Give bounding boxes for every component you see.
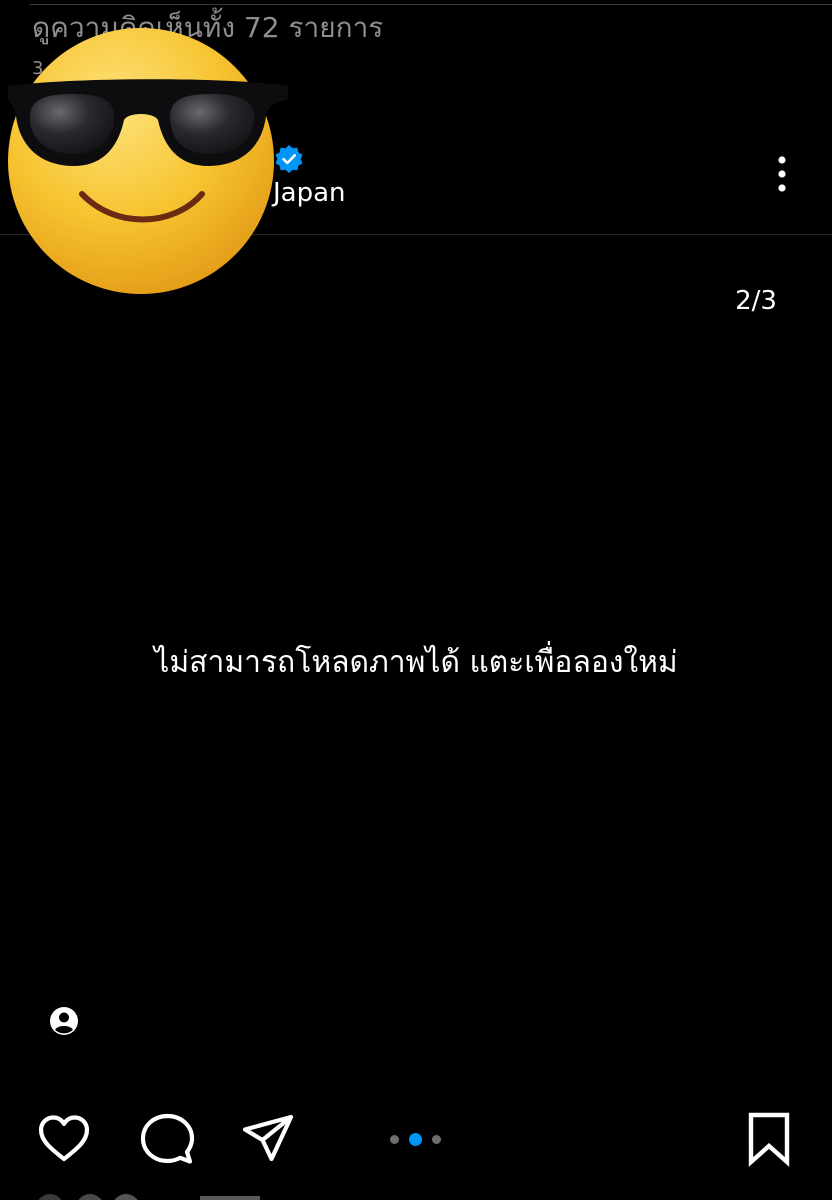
sunglasses-emoji-sticker bbox=[8, 28, 288, 294]
paper-plane-icon[interactable] bbox=[238, 1109, 298, 1169]
post-media[interactable]: 2/3 ไม่สามารถโหลดภาพได้ แตะเพื่อลองใหม่ bbox=[0, 235, 832, 1085]
more-options-icon[interactable] bbox=[764, 150, 800, 198]
carousel-dot bbox=[390, 1135, 399, 1144]
heart-icon[interactable] bbox=[34, 1109, 94, 1169]
carousel-page-counter: 2/3 bbox=[735, 286, 777, 316]
bookmark-icon[interactable] bbox=[739, 1109, 799, 1169]
carousel-dot-active bbox=[409, 1133, 422, 1146]
comment-bubble-icon[interactable] bbox=[137, 1109, 197, 1169]
image-load-error-message[interactable]: ไม่สามารถโหลดภาพได้ แตะเพื่อลองใหม่ bbox=[0, 639, 832, 686]
post-action-bar bbox=[0, 1095, 832, 1179]
carousel-indicator bbox=[388, 1131, 448, 1147]
user-tag-icon[interactable] bbox=[46, 1003, 82, 1039]
top-divider bbox=[30, 4, 832, 5]
carousel-dot bbox=[432, 1135, 441, 1144]
liked-by-avatars-partial bbox=[38, 1194, 260, 1200]
